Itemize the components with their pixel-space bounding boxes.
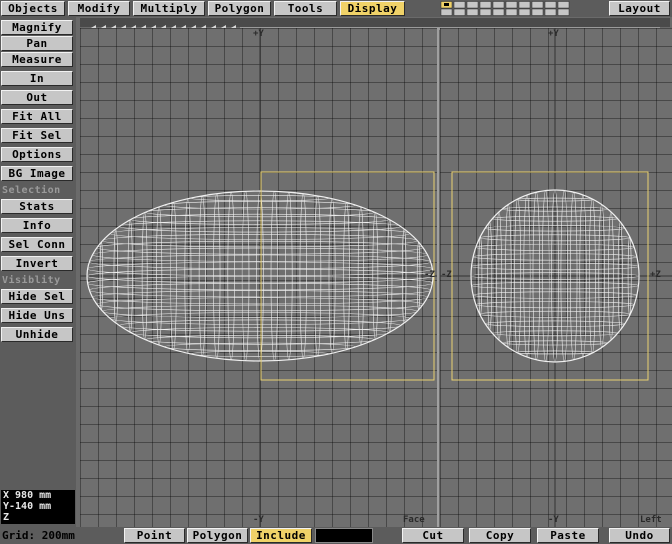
grid-size-readout: Grid: 200mm [2, 529, 75, 542]
polygon-mode-button[interactable]: Polygon [187, 528, 248, 543]
bg-image-button[interactable]: BG Image [1, 166, 73, 181]
tab-polygon[interactable]: Polygon [208, 1, 271, 16]
tab-display[interactable]: Display [340, 1, 405, 16]
coord-x: X 980 mm [3, 490, 52, 501]
viewport-face[interactable]: +Y -Y -Z Face [80, 28, 437, 527]
pan-button[interactable]: Pan [1, 36, 73, 51]
face-view-name: Face [403, 515, 425, 525]
tab-multiply[interactable]: Multiply [133, 1, 205, 16]
zoom-out-button[interactable]: Out [1, 90, 73, 105]
zoom-in-button[interactable]: In [1, 71, 73, 86]
left-view-canvas [440, 28, 672, 527]
face-axis-right: -Z [424, 270, 435, 280]
viewport-divider[interactable] [437, 28, 439, 527]
layer-selector[interactable] [440, 1, 572, 16]
paste-button[interactable]: Paste [537, 528, 599, 543]
left-axis-bottom: -Y [548, 515, 559, 525]
selection-section-label: Selection [2, 185, 61, 196]
face-axis-bottom: -Y [253, 515, 264, 525]
sel-conn-button[interactable]: Sel Conn [1, 237, 73, 252]
left-view-name: Left [640, 515, 662, 525]
hide-uns-button[interactable]: Hide Uns [1, 308, 73, 323]
hide-sel-button[interactable]: Hide Sel [1, 289, 73, 304]
viewport-left[interactable]: +Y -Y -Z +Z Left [440, 28, 672, 527]
options-button[interactable]: Options [1, 147, 73, 162]
layer-grid-icon [440, 1, 570, 16]
cut-button[interactable]: Cut [402, 528, 464, 543]
tab-modify[interactable]: Modify [68, 1, 130, 16]
magnify-button[interactable]: Magnify [1, 20, 73, 35]
copy-button[interactable]: Copy [469, 528, 531, 543]
invert-button[interactable]: Invert [1, 256, 73, 271]
measure-button[interactable]: Measure [1, 52, 73, 67]
face-axis-top: +Y [253, 29, 264, 39]
tab-objects[interactable]: Objects [1, 1, 65, 16]
undo-button[interactable]: Undo [609, 528, 670, 543]
zoom-ruler[interactable] [80, 18, 670, 32]
coord-z: Z [3, 512, 10, 523]
info-button[interactable]: Info [1, 218, 73, 233]
coord-y: Y-140 mm [3, 501, 52, 512]
unhide-button[interactable]: Unhide [1, 327, 73, 342]
tab-tools[interactable]: Tools [274, 1, 337, 16]
face-view-canvas [80, 28, 437, 527]
left-axis-left: -Z [441, 270, 452, 280]
left-axis-top: +Y [548, 29, 559, 39]
point-mode-button[interactable]: Point [124, 528, 185, 543]
info-display [315, 528, 373, 543]
layout-button[interactable]: Layout [609, 1, 670, 16]
visibility-section-label: Visiblity [2, 275, 61, 286]
include-mode-button[interactable]: Include [250, 528, 312, 543]
fit-all-button[interactable]: Fit All [1, 109, 73, 124]
coordinate-readout: X 980 mm Y-140 mm Z [1, 490, 75, 524]
fit-sel-button[interactable]: Fit Sel [1, 128, 73, 143]
stats-button[interactable]: Stats [1, 199, 73, 214]
left-axis-right: +Z [650, 270, 661, 280]
